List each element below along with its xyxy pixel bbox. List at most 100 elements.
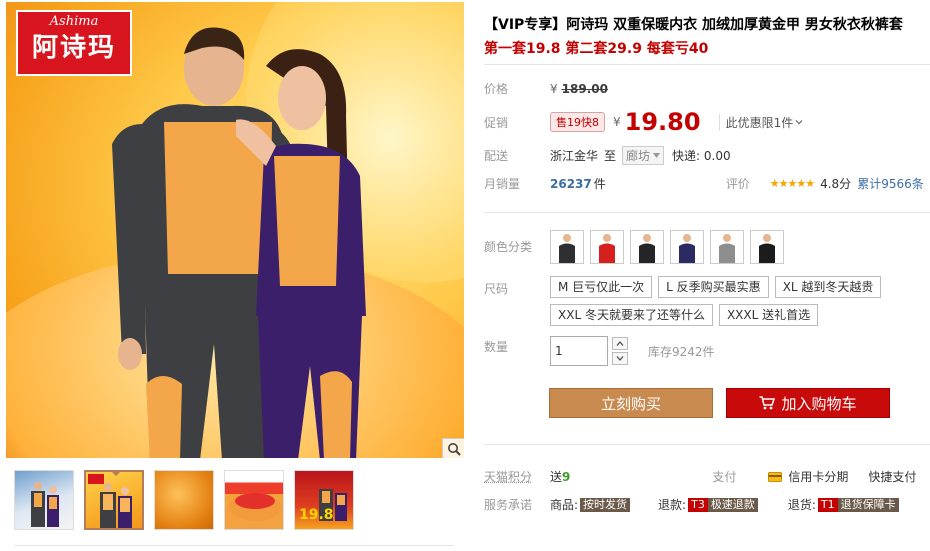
chevron-down-icon: [616, 356, 624, 361]
color-swatches: [550, 230, 784, 264]
magnifier-icon: [448, 443, 461, 456]
promotion-row: 促销 售19快8 ¥ 19.80 此优惠限1件: [484, 108, 803, 136]
quantity-decrease-button[interactable]: [612, 352, 628, 365]
promotion-limit[interactable]: 此优惠限1件: [718, 113, 804, 131]
rating-label: 评价: [725, 177, 750, 191]
size-row: 尺码 M 巨亏仅此一次 L 反季购买最实惠 XL 越到冬天越贵 XXL 冬天就要…: [484, 276, 890, 326]
swatch-navy-woman-figure: [679, 234, 695, 263]
cart-icon: [759, 396, 776, 410]
quantity-input[interactable]: 1: [550, 336, 608, 366]
swatch-black-woman-figure: [759, 234, 775, 263]
size-option-xxl[interactable]: XXL 冬天就要来了还等什么: [550, 304, 713, 326]
swatch-navy-woman[interactable]: [670, 230, 704, 264]
chevron-down-icon: [653, 153, 661, 158]
thumb-fabric-roll-art: [229, 493, 281, 521]
return-service-tag[interactable]: 退货保障卡: [837, 497, 899, 512]
goods-prefix: 商品:: [550, 498, 579, 512]
zoom-button[interactable]: [442, 438, 464, 458]
sales-count: 26237: [550, 176, 592, 191]
swatch-red-woman[interactable]: [590, 230, 624, 264]
swatch-black-man-2-figure: [639, 234, 655, 263]
swatch-black-man-figure: [559, 234, 575, 263]
return-prefix: 退货:: [787, 498, 816, 512]
gallery-bottom-divider: [14, 545, 454, 546]
sales-unit: 件: [593, 177, 606, 191]
main-product-image[interactable]: Ashima 阿诗玛: [6, 2, 464, 458]
promotion-yen: ¥: [613, 115, 621, 129]
credit-card-icon: [768, 471, 783, 482]
refund-service-tag[interactable]: 极速退款: [707, 497, 758, 512]
pay-label: 支付: [712, 470, 737, 484]
footer-divider: [484, 444, 930, 445]
size-option-xxxl[interactable]: XXXL 送礼首选: [718, 304, 819, 326]
spec-divider: [484, 212, 930, 213]
destination-select[interactable]: 廊坊: [622, 146, 665, 165]
original-price: 189.00: [561, 81, 608, 96]
promotion-tag: 售19快8: [550, 112, 605, 132]
swatch-black-man-2[interactable]: [630, 230, 664, 264]
refund-code-tag: T3: [688, 497, 708, 512]
quick-pay[interactable]: 快捷支付: [868, 468, 916, 485]
thumb-couple-snow[interactable]: [14, 470, 74, 530]
product-title: 【VIP专享】阿诗玛 双重保暖内衣 加绒加厚黄金甲 男女秋衣秋裤套: [484, 17, 903, 33]
title-divider: [484, 64, 930, 65]
quantity-increase-button[interactable]: [612, 337, 628, 350]
thumbnail-strip: 19.8: [14, 470, 354, 530]
delivery-label: 配送: [484, 149, 509, 163]
swatch-black-man[interactable]: [550, 230, 584, 264]
chevron-down-icon: [795, 120, 803, 125]
add-to-cart-button[interactable]: 加入购物车: [726, 388, 890, 418]
points-row: 天猫积分 送9 支付 信用卡分期 快捷支付: [484, 468, 916, 485]
size-option-m[interactable]: M 巨亏仅此一次: [550, 276, 653, 298]
sales-label: 月销量: [484, 177, 521, 191]
return-code-tag: T1: [817, 497, 838, 512]
swatch-black-woman[interactable]: [750, 230, 784, 264]
size-option-l[interactable]: L 反季购买最实惠: [658, 276, 769, 298]
rating-score: 4.8分: [820, 177, 852, 191]
thumb-couple-yellow[interactable]: [84, 470, 144, 530]
stock-text: 库存9242件: [648, 344, 715, 359]
quantity-label: 数量: [484, 340, 509, 354]
size-option-xl[interactable]: XL 越到冬天越贵: [774, 276, 882, 298]
swatch-grey-man-figure: [719, 234, 735, 263]
color-label: 颜色分类: [484, 240, 533, 254]
refund-prefix: 退款:: [658, 498, 687, 512]
credit-card-installment[interactable]: 信用卡分期: [788, 468, 848, 485]
model-woman: [236, 49, 366, 458]
promotion-limit-text: 此优惠限1件: [725, 115, 794, 130]
thumb-fabric-roll[interactable]: [224, 470, 284, 530]
product-promo-text: 第一套19.8 第二套29.9 每套亏40: [484, 41, 709, 57]
size-label: 尺码: [484, 282, 509, 296]
thumb-fleece-closeup[interactable]: [154, 470, 214, 530]
delivery-row: 配送 浙江金华 至 廊坊 快递: 0.00: [484, 146, 731, 165]
delivery-from: 浙江金华: [550, 149, 599, 163]
service-row: 服务承诺 商品: 按时发货 退款: T3 极速退款 退货: T1 退货保障卡: [484, 496, 899, 513]
quantity-stepper: [612, 337, 628, 365]
swatch-red-woman-figure: [599, 234, 615, 263]
promotion-label: 促销: [484, 115, 509, 130]
tmall-points-label[interactable]: 天猫积分: [484, 468, 550, 485]
points-prefix: 送: [550, 470, 563, 484]
quantity-row: 数量 1 库存9242件: [484, 336, 715, 366]
service-label: 服务承诺: [484, 498, 533, 512]
rating-stars: ★★★★★: [769, 177, 815, 190]
thumb-promo-banner[interactable]: 19.8: [294, 470, 354, 530]
destination-city: 廊坊: [626, 149, 651, 163]
color-row: 颜色分类: [484, 230, 784, 264]
review-count-link[interactable]: 累计9566条: [857, 175, 924, 192]
goods-service-tag[interactable]: 按时发货: [580, 497, 631, 512]
delivery-to-word: 至: [604, 149, 617, 163]
thumb-couple-snow-art: [31, 482, 59, 527]
price-label: 价格: [484, 82, 509, 96]
delivery-express: 快递: 0.00: [672, 149, 731, 163]
price-row: 价格 ¥ 189.00: [484, 80, 608, 97]
price-yen: ¥: [550, 81, 558, 96]
product-detail-panel: 【VIP专享】阿诗玛 双重保暖内衣 加绒加厚黄金甲 男女秋衣秋裤套 第一套19.…: [484, 14, 930, 512]
points-number: 9: [562, 470, 571, 484]
add-to-cart-label: 加入购物车: [781, 394, 857, 413]
buy-now-label: 立刻购买: [600, 394, 661, 413]
buy-now-button[interactable]: 立刻购买: [549, 388, 713, 418]
thumb-couple-yellow-art: [88, 474, 132, 528]
swatch-grey-man[interactable]: [710, 230, 744, 264]
tmall-points-value: 送9: [550, 468, 570, 485]
